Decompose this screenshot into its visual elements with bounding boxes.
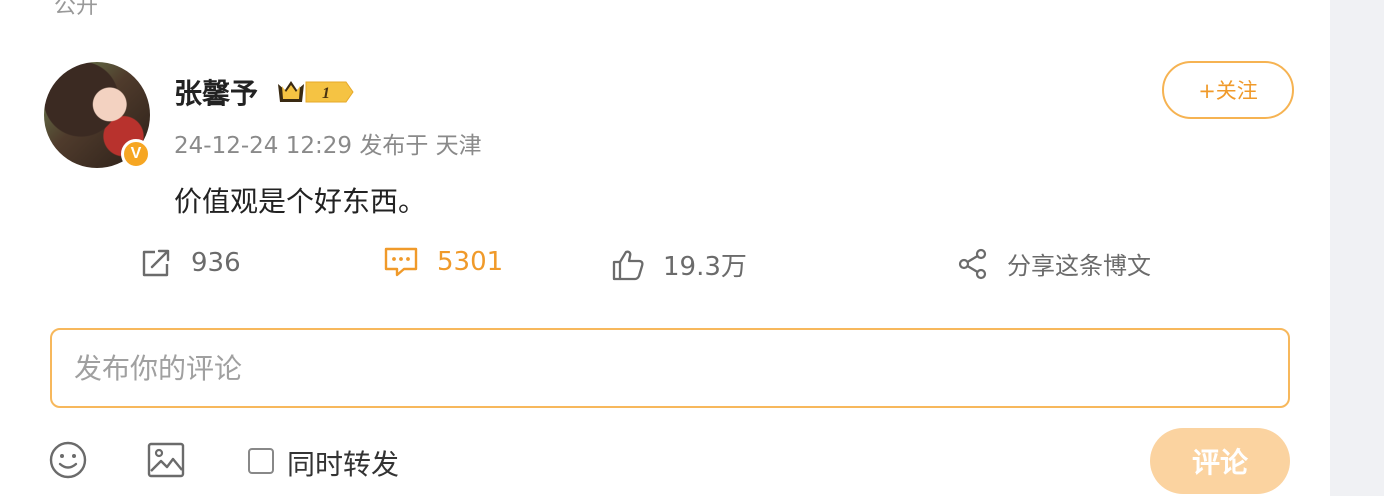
verified-badge: V — [121, 139, 151, 169]
repost-checkbox[interactable] — [248, 448, 274, 474]
comment-input[interactable] — [50, 328, 1290, 408]
comment-button[interactable]: 5301 — [383, 246, 503, 278]
image-icon[interactable] — [146, 440, 186, 480]
like-count: 19.3万 — [663, 252, 747, 282]
post-text: 价值观是个好东西。 — [174, 185, 427, 218]
vip-level-text: 1 — [322, 85, 330, 102]
follow-button[interactable]: +关注 — [1162, 61, 1294, 119]
author-name[interactable]: 张馨予 — [174, 72, 258, 112]
repost-count: 936 — [191, 248, 241, 278]
comment-icon — [384, 247, 418, 277]
repost-button[interactable]: 936 — [139, 246, 241, 280]
repost-icon — [142, 249, 170, 277]
weibo-post-card: 公开 V 张馨予 1 24-12-24 12:29 发布于 天津 价值观是个好东… — [0, 0, 1330, 496]
repost-checkbox-label[interactable]: 同时转发 — [287, 443, 399, 483]
emoji-icon[interactable] — [48, 440, 88, 480]
share-icon — [958, 248, 987, 279]
post-meta: 24-12-24 12:29 发布于 天津 — [174, 126, 482, 160]
comment-count: 5301 — [437, 247, 504, 277]
submit-comment-button[interactable]: 评论 — [1150, 428, 1290, 494]
post-time[interactable]: 24-12-24 12:29 — [174, 133, 352, 159]
share-label: 分享这条博文 — [1007, 252, 1151, 280]
share-button[interactable]: 分享这条博文 — [957, 246, 1151, 281]
crown-icon[interactable]: 1 — [276, 76, 354, 108]
post-location: 发布于 天津 — [359, 133, 482, 159]
like-button[interactable]: 19.3万 — [611, 246, 747, 283]
visibility-label: 公开 — [54, 0, 99, 19]
thumbs-up-icon — [612, 250, 644, 280]
